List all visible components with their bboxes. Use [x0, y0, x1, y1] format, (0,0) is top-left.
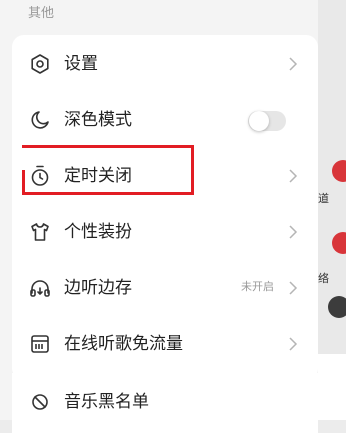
menu-item-label: 音乐黑名单 — [64, 392, 149, 412]
side-drawer: 其他 设置 深色模式 定时关闭 个性装扮 边听边存 未开启 在线听歌免流量 音乐… — [0, 0, 318, 433]
background-avatar — [332, 232, 346, 254]
menu-item-label: 边听边存 — [64, 278, 132, 298]
sim-card-icon — [28, 332, 52, 356]
menu-item-label: 个性装扮 — [64, 222, 132, 242]
chevron-right-icon — [286, 336, 300, 352]
blocked-icon — [28, 390, 52, 414]
chevron-right-icon — [286, 168, 300, 184]
background-bottom-bar — [318, 354, 346, 420]
background-avatar — [332, 160, 346, 182]
headphones-icon — [28, 276, 52, 300]
menu-item-label: 深色模式 — [64, 110, 132, 130]
chevron-right-icon — [286, 56, 300, 72]
background-avatar — [328, 296, 346, 318]
toggle-knob — [249, 111, 269, 131]
status-text: 未开启 — [241, 280, 274, 293]
menu-item-themes[interactable]: 个性装扮 — [12, 204, 318, 260]
highlight-annotation-box-left-edge — [22, 170, 25, 195]
background-label: 络 — [318, 272, 329, 285]
chevron-right-icon — [286, 224, 300, 240]
menu-item-dark-mode[interactable]: 深色模式 — [12, 92, 318, 148]
chevron-right-icon — [286, 280, 300, 296]
tshirt-icon — [28, 220, 52, 244]
menu-item-label: 在线听歌免流量 — [64, 334, 183, 354]
section-header: 其他 — [28, 6, 55, 21]
menu-item-free-data-streaming[interactable]: 在线听歌免流量 — [12, 316, 318, 372]
menu-item-label: 设置 — [64, 54, 98, 74]
hexagon-settings-icon — [28, 52, 52, 76]
highlight-annotation-box — [22, 145, 194, 195]
background-label: 道 — [318, 192, 329, 205]
menu-item-settings[interactable]: 设置 — [12, 36, 318, 92]
moon-icon — [28, 108, 52, 132]
menu-item-cache-while-listening[interactable]: 边听边存 未开启 — [12, 260, 318, 316]
dark-mode-toggle[interactable] — [248, 111, 286, 131]
menu-item-music-blacklist[interactable]: 音乐黑名单 — [12, 374, 318, 430]
